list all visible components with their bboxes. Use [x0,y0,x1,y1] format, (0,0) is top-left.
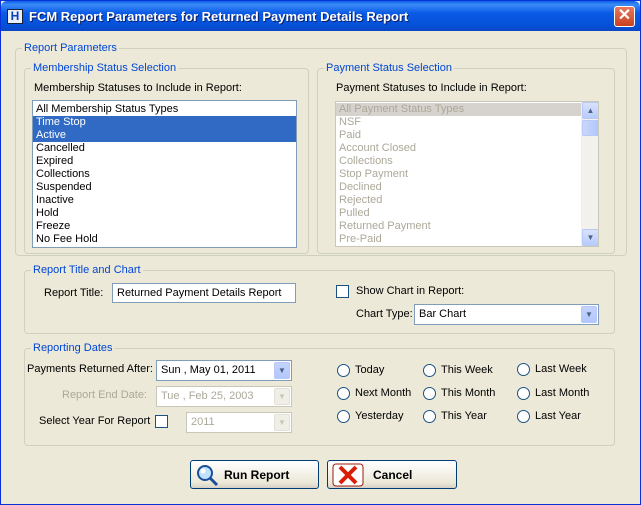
close-button[interactable]: ✕ [614,6,635,27]
end-date-value: Tue , Feb 25, 2003 [161,390,254,402]
payment-list-scrollbar[interactable]: ▲ ▼ [581,102,598,246]
run-report-label: Run Report [224,468,290,482]
scroll-thumb[interactable] [582,120,598,136]
list-item[interactable]: All Membership Status Types [33,103,296,116]
run-report-button[interactable]: Run Report [190,460,319,489]
year-value: 2011 [191,416,215,428]
list-item[interactable]: Stop Payment [336,168,581,181]
close-icon: ✕ [617,7,632,24]
report-title-input[interactable]: Returned Payment Details Report [112,283,296,303]
list-item[interactable]: Cancelled [33,142,296,155]
radio-last-week[interactable] [517,363,530,376]
radio-last-week-label: Last Week [535,363,587,375]
chart-type-label: Chart Type: [356,308,413,320]
membership-status-legend: Membership Status Selection [31,62,179,74]
radio-yesterday-label: Yesterday [355,410,404,422]
chevron-down-icon[interactable]: ▼ [274,388,290,405]
list-item[interactable]: Account Closed [336,142,581,155]
returned-after-label: Payments Returned After: [27,363,153,375]
radio-this-year-label: This Year [441,410,487,422]
membership-status-list[interactable]: All Membership Status Types Time Stop Acti… [32,100,297,248]
radio-next-month-label: Next Month [355,387,412,399]
list-item[interactable]: Inactive [33,194,296,207]
radio-this-month-label: This Month [441,387,496,399]
chevron-down-icon[interactable]: ▼ [274,414,290,431]
report-title-chart-legend: Report Title and Chart [31,264,143,276]
list-item[interactable]: Active [33,129,296,142]
end-date-label: Report End Date: [62,389,147,401]
list-item[interactable]: Returned Payment [336,220,581,233]
red-x-icon [332,463,364,487]
show-chart-label: Show Chart in Report: [356,285,465,297]
chart-type-value: Bar Chart [419,308,467,320]
returned-after-value: Sun , May 01, 2011 [161,364,256,376]
year-select[interactable]: 2011 ▼ [186,412,292,433]
report-parameters-legend: Report Parameters [22,42,119,54]
radio-last-year-label: Last Year [535,410,581,422]
list-item[interactable]: Collections [336,155,581,168]
payment-status-list[interactable]: All Payment Status Types NSF Paid Account C… [335,101,599,247]
radio-today[interactable] [337,364,350,377]
list-item[interactable]: Declined [336,181,581,194]
membership-list-label: Membership Statuses to Include in Report… [34,82,242,94]
radio-today-label: Today [355,364,385,376]
list-item[interactable]: Pulled [336,207,581,220]
radio-this-year[interactable] [423,410,436,423]
scroll-up-arrow[interactable]: ▲ [582,102,598,119]
list-item[interactable]: Suspended [33,181,296,194]
list-item[interactable]: Rejected [336,194,581,207]
list-item[interactable]: Time Stop [33,116,296,129]
list-item[interactable]: Paid [336,129,581,142]
chevron-down-icon[interactable]: ▼ [581,306,597,323]
report-title-label: Report Title: [44,287,104,299]
returned-after-date-picker[interactable]: Sun , May 01, 2011 ▼ [156,360,292,381]
list-item[interactable]: Pre-Paid [336,233,581,246]
list-item[interactable]: Expired [33,155,296,168]
chart-type-select[interactable]: Bar Chart ▼ [414,304,599,325]
magnifier-icon [197,465,219,487]
payment-status-legend: Payment Status Selection [324,62,454,74]
list-item[interactable]: All Payment Status Types [336,103,581,116]
cancel-label: Cancel [373,468,413,482]
show-chart-checkbox[interactable] [336,285,349,298]
title-bar[interactable]: H FCM Report Parameters for Returned Pay… [1,1,640,31]
list-item[interactable]: NSF [336,116,581,129]
list-item[interactable]: No Fee Hold [33,233,296,246]
radio-last-year[interactable] [517,410,530,423]
payment-list-label: Payment Statuses to Include in Report: [336,82,527,94]
app-icon: H [7,9,23,24]
radio-yesterday[interactable] [337,410,350,423]
window-title: FCM Report Parameters for Returned Payme… [29,9,409,24]
radio-last-month[interactable] [517,387,530,400]
cancel-button[interactable]: Cancel [327,460,457,489]
scroll-down-arrow[interactable]: ▼ [582,229,598,246]
select-year-checkbox[interactable] [155,415,168,428]
list-item[interactable]: Hold [33,207,296,220]
select-year-label: Select Year For Report [39,415,151,427]
radio-this-week[interactable] [423,364,436,377]
reporting-dates-legend: Reporting Dates [31,342,115,354]
radio-this-month[interactable] [423,387,436,400]
list-item[interactable]: Freeze [33,220,296,233]
end-date-picker[interactable]: Tue , Feb 25, 2003 ▼ [156,386,292,407]
chevron-down-icon[interactable]: ▼ [274,362,290,379]
radio-this-week-label: This Week [441,364,493,376]
radio-last-month-label: Last Month [535,387,590,399]
list-item[interactable]: Collections [33,168,296,181]
radio-next-month[interactable] [337,387,350,400]
dialog-window: H FCM Report Parameters for Returned Pay… [0,0,641,505]
